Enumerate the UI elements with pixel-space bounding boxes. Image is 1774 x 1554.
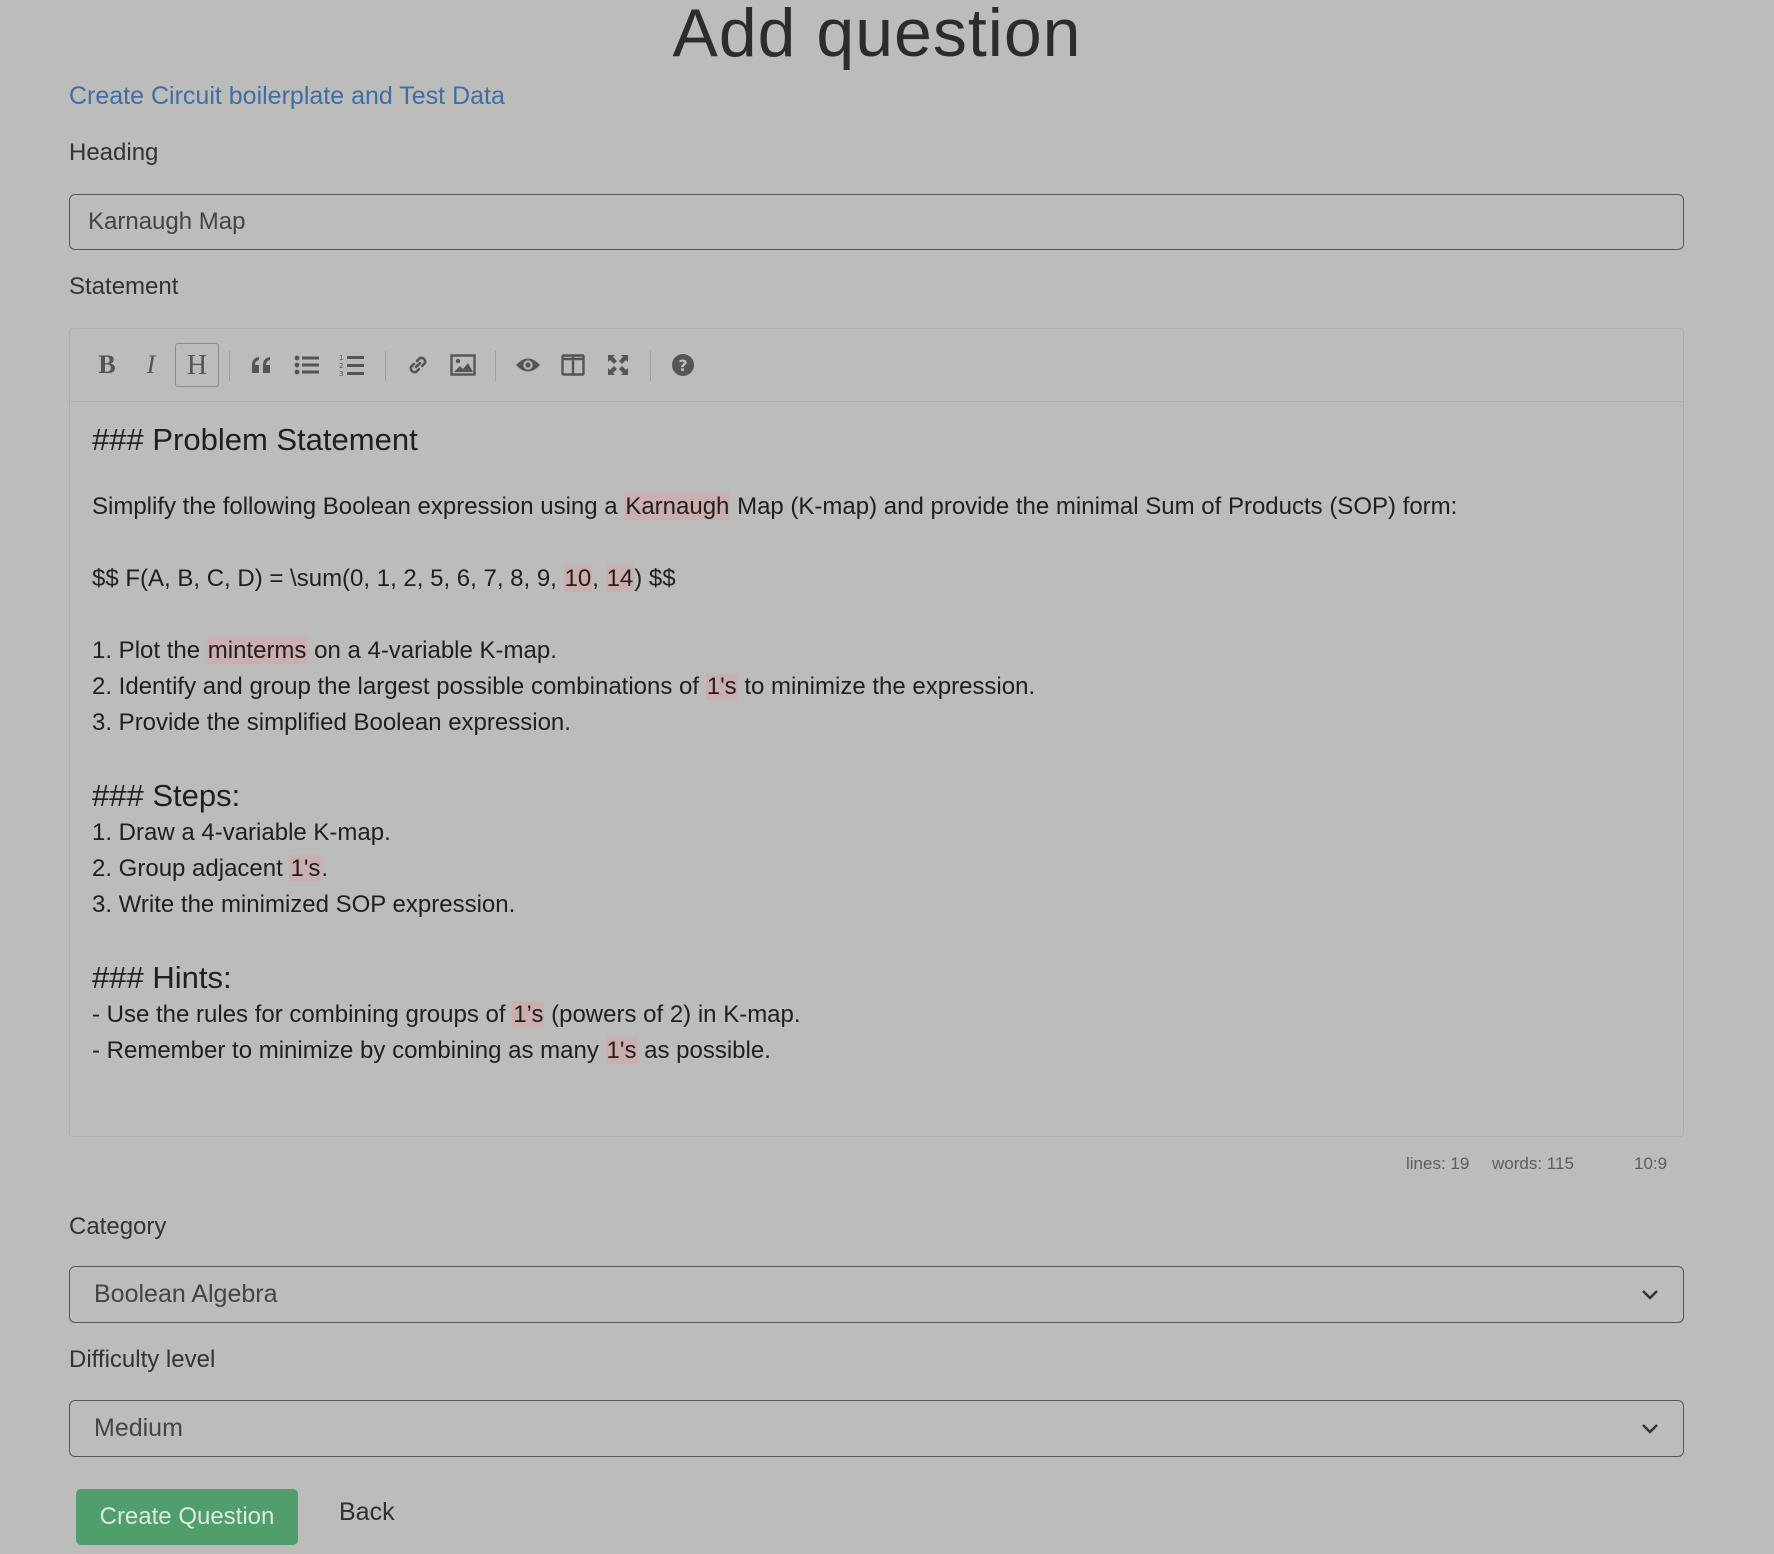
svg-text:2: 2	[339, 362, 343, 370]
eye-icon[interactable]	[506, 343, 550, 387]
editor-list-item: 1. Plot the minterms on a 4-variable K-m…	[92, 637, 557, 664]
difficulty-select[interactable]: Medium	[69, 1400, 1684, 1457]
back-link[interactable]: Back	[339, 1498, 395, 1527]
svg-text:B: B	[98, 353, 115, 377]
editor-heading-problem: ### Problem Statement	[92, 422, 418, 457]
editor-toolbar: B I H 1 2 3 ?	[70, 329, 1683, 402]
editor-list-item: 1. Draw a 4-variable K-map.	[92, 819, 391, 846]
chevron-down-icon	[1642, 1289, 1658, 1300]
spellcheck-highlight: 1's	[705, 673, 738, 700]
category-label: Category	[69, 1213, 167, 1240]
statement-label: Statement	[69, 273, 179, 300]
link-icon[interactable]	[396, 343, 440, 387]
markdown-editor: B I H 1 2 3 ? ### Problem Statement Simp…	[69, 328, 1684, 1137]
svg-text:H: H	[187, 353, 207, 377]
quote-icon[interactable]	[240, 343, 284, 387]
create-question-button[interactable]: Create Question	[76, 1489, 298, 1545]
spellcheck-highlight: 10	[563, 565, 593, 592]
svg-text:I: I	[146, 353, 157, 377]
chevron-down-icon	[1642, 1423, 1658, 1434]
fullscreen-icon[interactable]	[596, 343, 640, 387]
category-selected: Boolean Algebra	[94, 1280, 278, 1308]
svg-text:1: 1	[339, 354, 343, 362]
create-boilerplate-link[interactable]: Create Circuit boilerplate and Test Data	[69, 82, 505, 111]
category-select[interactable]: Boolean Algebra	[69, 1266, 1684, 1323]
editor-heading-hints: ### Hints:	[92, 960, 232, 995]
editor-list-item: 3. Provide the simplified Boolean expres…	[92, 709, 571, 736]
spellcheck-highlight: 1's	[289, 855, 322, 882]
question-circle-icon[interactable]: ?	[661, 343, 705, 387]
editor-list-item: - Use the rules for combining groups of …	[92, 1001, 801, 1028]
ordered-list-icon[interactable]: 1 2 3	[330, 343, 374, 387]
editor-heading-steps: ### Steps:	[92, 778, 241, 813]
editor-paragraph: Simplify the following Boolean expressio…	[92, 493, 1458, 520]
difficulty-selected: Medium	[94, 1414, 183, 1442]
heading-input[interactable]	[69, 194, 1684, 250]
spellcheck-highlight: 14	[605, 565, 635, 592]
editor-equation: $$ F(A, B, C, D) = \sum(0, 1, 2, 5, 6, 7…	[92, 565, 676, 592]
editor-list-item: 2. Group adjacent 1's.	[92, 855, 329, 882]
page-title: Add question	[672, 0, 1082, 71]
status-lines: lines: 19	[1406, 1154, 1470, 1173]
spellcheck-highlight: 1's	[605, 1037, 638, 1064]
editor-list-item: 3. Write the minimized SOP expression.	[92, 891, 516, 918]
svg-text:3: 3	[339, 370, 343, 377]
editor-list-item: - Remember to minimize by combining as m…	[92, 1037, 771, 1064]
columns-icon[interactable]	[551, 343, 595, 387]
bold-icon[interactable]: B	[85, 343, 129, 387]
editor-list-item: 2. Identify and group the largest possib…	[92, 673, 1036, 700]
italic-icon[interactable]: I	[129, 343, 173, 387]
unordered-list-icon[interactable]	[285, 343, 329, 387]
spellcheck-highlight: minterms	[206, 637, 308, 664]
svg-text:?: ?	[678, 356, 687, 375]
status-cursor: 10:9	[1634, 1154, 1668, 1173]
spellcheck-highlight: Karnaugh	[624, 493, 731, 520]
heading-icon[interactable]: H	[175, 343, 219, 387]
difficulty-label: Difficulty level	[69, 1346, 216, 1373]
heading-label: Heading	[69, 139, 159, 166]
editor-content[interactable]: ### Problem Statement Simplify the follo…	[92, 421, 1663, 1069]
status-words: words: 115	[1492, 1154, 1574, 1173]
image-icon[interactable]	[441, 343, 485, 387]
spellcheck-highlight: 1’s	[512, 1001, 545, 1028]
